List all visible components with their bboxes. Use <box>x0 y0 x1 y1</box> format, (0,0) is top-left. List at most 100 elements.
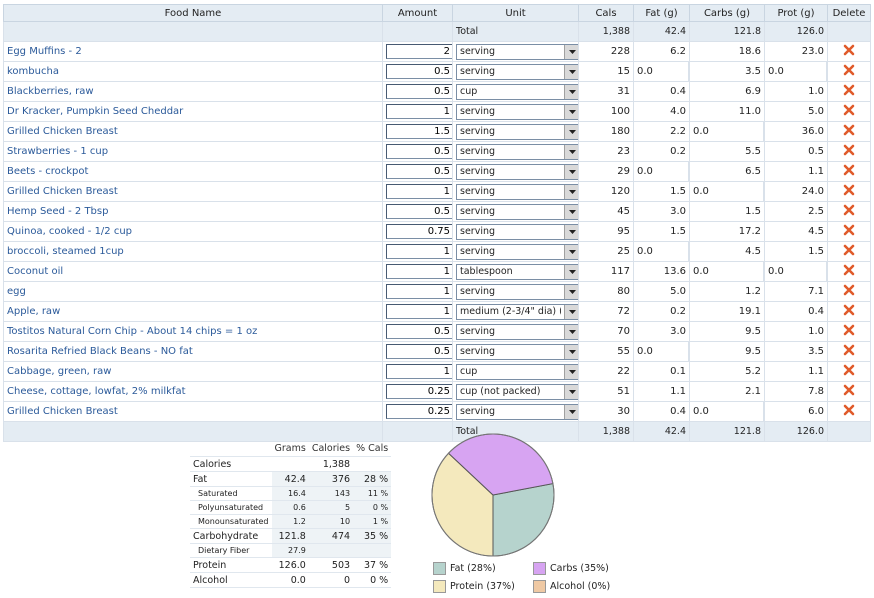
col-carbs[interactable]: Carbs (g) <box>689 4 765 22</box>
unit-select[interactable]: cup <box>456 83 578 100</box>
amount-input[interactable] <box>386 384 452 399</box>
food-name-link[interactable]: Egg Muffins - 2 <box>7 46 82 57</box>
chevron-down-icon[interactable] <box>564 244 578 259</box>
delete-x-icon[interactable] <box>843 304 855 316</box>
amount-input[interactable] <box>386 84 452 99</box>
delete-x-icon[interactable] <box>843 144 855 156</box>
delete-x-icon[interactable] <box>843 264 855 276</box>
chevron-down-icon[interactable] <box>564 384 578 399</box>
chevron-down-icon[interactable] <box>564 364 578 379</box>
unit-select[interactable]: serving <box>456 323 578 340</box>
food-name-link[interactable]: Blackberries, raw <box>7 86 94 97</box>
chevron-down-icon[interactable] <box>564 304 578 319</box>
unit-select[interactable]: serving <box>456 103 578 120</box>
food-name-link[interactable]: Grilled Chicken Breast <box>7 126 118 137</box>
chevron-down-icon[interactable] <box>564 184 578 199</box>
food-name-link[interactable]: Apple, raw <box>7 306 60 317</box>
food-name-link[interactable]: Tostitos Natural Corn Chip - About 14 ch… <box>7 326 257 337</box>
food-name-link[interactable]: egg <box>7 286 26 297</box>
delete-x-icon[interactable] <box>843 224 855 236</box>
delete-x-icon[interactable] <box>843 344 855 356</box>
amount-input[interactable] <box>386 124 452 139</box>
food-name-link[interactable]: Dr Kracker, Pumpkin Seed Cheddar <box>7 106 183 117</box>
food-name-link[interactable]: Cheese, cottage, lowfat, 2% milkfat <box>7 386 186 397</box>
delete-x-icon[interactable] <box>843 384 855 396</box>
unit-select[interactable]: cup (not packed) <box>456 383 578 400</box>
chevron-down-icon[interactable] <box>564 84 578 99</box>
unit-select[interactable]: serving <box>456 403 578 420</box>
unit-select[interactable]: serving <box>456 163 578 180</box>
chevron-down-icon[interactable] <box>564 164 578 179</box>
amount-input[interactable] <box>386 324 452 339</box>
col-food-name[interactable]: Food Name <box>3 4 383 22</box>
amount-input[interactable] <box>386 224 452 239</box>
col-fat[interactable]: Fat (g) <box>633 4 690 22</box>
unit-select[interactable]: cup <box>456 363 578 380</box>
delete-x-icon[interactable] <box>843 364 855 376</box>
amount-input[interactable] <box>386 204 452 219</box>
chevron-down-icon[interactable] <box>564 264 578 279</box>
food-name-link[interactable]: Rosarita Refried Black Beans - NO fat <box>7 346 193 357</box>
chevron-down-icon[interactable] <box>564 224 578 239</box>
chevron-down-icon[interactable] <box>564 124 578 139</box>
col-unit[interactable]: Unit <box>452 4 579 22</box>
food-name-link[interactable]: kombucha <box>7 66 59 77</box>
delete-x-icon[interactable] <box>843 64 855 76</box>
delete-x-icon[interactable] <box>843 204 855 216</box>
unit-select[interactable]: medium (2-3/4" dia) ( <box>456 303 578 320</box>
delete-x-icon[interactable] <box>843 164 855 176</box>
delete-x-icon[interactable] <box>843 84 855 96</box>
amount-input[interactable] <box>386 244 452 259</box>
food-name-link[interactable]: Strawberries - 1 cup <box>7 146 108 157</box>
chevron-down-icon[interactable] <box>564 284 578 299</box>
unit-select[interactable]: tablespoon <box>456 263 578 280</box>
col-cals[interactable]: Cals <box>578 4 634 22</box>
unit-select[interactable]: serving <box>456 183 578 200</box>
amount-input[interactable] <box>386 164 452 179</box>
amount-input[interactable] <box>386 64 452 79</box>
delete-x-icon[interactable] <box>843 324 855 336</box>
chevron-down-icon[interactable] <box>564 204 578 219</box>
unit-select[interactable]: serving <box>456 123 578 140</box>
unit-select[interactable]: serving <box>456 243 578 260</box>
chevron-down-icon[interactable] <box>564 144 578 159</box>
amount-input[interactable] <box>386 44 452 59</box>
unit-select[interactable]: serving <box>456 43 578 60</box>
chevron-down-icon[interactable] <box>564 44 578 59</box>
unit-select[interactable]: serving <box>456 343 578 360</box>
delete-x-icon[interactable] <box>843 124 855 136</box>
amount-input[interactable] <box>386 144 452 159</box>
chevron-down-icon[interactable] <box>564 104 578 119</box>
food-name-link[interactable]: Grilled Chicken Breast <box>7 186 118 197</box>
delete-x-icon[interactable] <box>843 184 855 196</box>
amount-input[interactable] <box>386 264 452 279</box>
delete-x-icon[interactable] <box>843 404 855 416</box>
unit-select[interactable]: serving <box>456 143 578 160</box>
chevron-down-icon[interactable] <box>564 344 578 359</box>
amount-input[interactable] <box>386 284 452 299</box>
delete-x-icon[interactable] <box>843 284 855 296</box>
delete-x-icon[interactable] <box>843 104 855 116</box>
delete-x-icon[interactable] <box>843 44 855 56</box>
food-name-link[interactable]: Cabbage, green, raw <box>7 366 111 377</box>
unit-select[interactable]: serving <box>456 283 578 300</box>
amount-input[interactable] <box>386 404 452 419</box>
chevron-down-icon[interactable] <box>564 324 578 339</box>
delete-x-icon[interactable] <box>843 244 855 256</box>
col-amount[interactable]: Amount <box>382 4 453 22</box>
amount-input[interactable] <box>386 304 452 319</box>
unit-select[interactable]: serving <box>456 63 578 80</box>
amount-input[interactable] <box>386 184 452 199</box>
food-name-link[interactable]: Coconut oil <box>7 266 63 277</box>
col-prot[interactable]: Prot (g) <box>764 4 828 22</box>
chevron-down-icon[interactable] <box>564 64 578 79</box>
unit-select[interactable]: serving <box>456 223 578 240</box>
food-name-link[interactable]: Hemp Seed - 2 Tbsp <box>7 206 108 217</box>
amount-input[interactable] <box>386 344 452 359</box>
food-name-link[interactable]: Beets - crockpot <box>7 166 88 177</box>
food-name-link[interactable]: Grilled Chicken Breast <box>7 406 118 417</box>
chevron-down-icon[interactable] <box>564 404 578 419</box>
food-name-link[interactable]: broccoli, steamed 1cup <box>7 246 124 257</box>
amount-input[interactable] <box>386 104 452 119</box>
unit-select[interactable]: serving <box>456 203 578 220</box>
